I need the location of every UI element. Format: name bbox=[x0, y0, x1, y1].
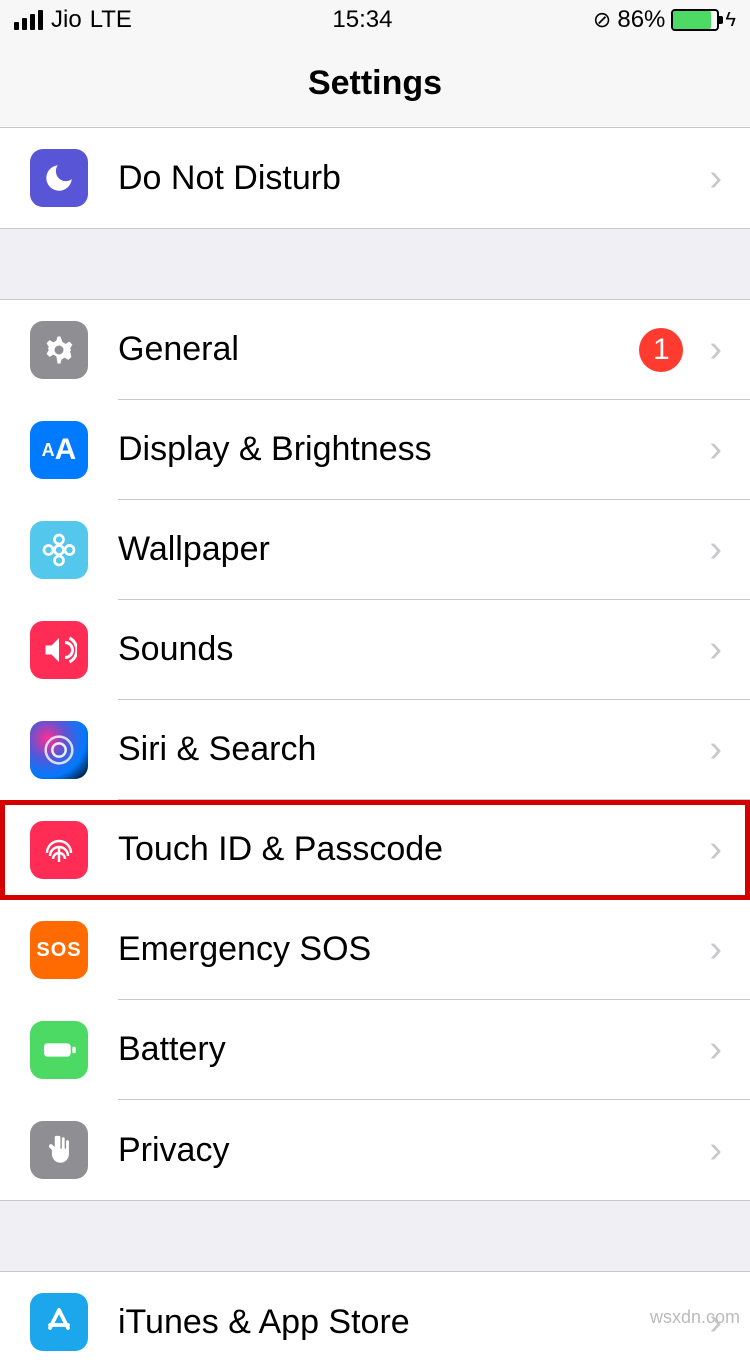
row-wallpaper[interactable]: Wallpaper › bbox=[0, 500, 750, 600]
row-siri-search[interactable]: Siri & Search › bbox=[0, 700, 750, 800]
group-separator bbox=[0, 228, 750, 300]
page-title: Settings bbox=[308, 64, 442, 103]
flower-icon bbox=[30, 521, 88, 579]
chevron-right-icon: › bbox=[701, 728, 730, 771]
row-itunes-appstore[interactable]: iTunes & App Store › bbox=[0, 1272, 750, 1372]
row-label: Wallpaper bbox=[118, 530, 701, 569]
status-bar: Jio LTE 15:34 ⊘ 86% ϟ bbox=[0, 0, 750, 40]
chevron-right-icon: › bbox=[701, 628, 730, 671]
watermark: wsxdn.com bbox=[650, 1307, 740, 1328]
chevron-right-icon: › bbox=[701, 428, 730, 471]
battery-percent: 86% bbox=[617, 6, 665, 34]
battery-icon bbox=[30, 1021, 88, 1079]
signal-icon bbox=[14, 10, 43, 30]
settings-group-1: Do Not Disturb › bbox=[0, 128, 750, 228]
row-label: Privacy bbox=[118, 1131, 701, 1170]
row-label: General bbox=[118, 330, 639, 369]
row-general[interactable]: General 1 › bbox=[0, 300, 750, 400]
orientation-lock-icon: ⊘ bbox=[593, 7, 611, 33]
charging-icon: ϟ bbox=[725, 9, 736, 32]
hand-icon bbox=[30, 1121, 88, 1179]
network-label: LTE bbox=[90, 6, 132, 34]
appstore-icon bbox=[30, 1293, 88, 1351]
chevron-right-icon: › bbox=[701, 328, 730, 371]
row-sounds[interactable]: Sounds › bbox=[0, 600, 750, 700]
settings-group-2: General 1 › AA Display & Brightness › Wa… bbox=[0, 300, 750, 1200]
row-display-brightness[interactable]: AA Display & Brightness › bbox=[0, 400, 750, 500]
row-emergency-sos[interactable]: SOS Emergency SOS › bbox=[0, 900, 750, 1000]
chevron-right-icon: › bbox=[701, 928, 730, 971]
row-label: Sounds bbox=[118, 630, 701, 669]
nav-bar: Settings bbox=[0, 40, 750, 128]
notification-badge: 1 bbox=[639, 328, 683, 372]
chevron-right-icon: › bbox=[701, 528, 730, 571]
row-do-not-disturb[interactable]: Do Not Disturb › bbox=[0, 128, 750, 228]
sos-icon: SOS bbox=[30, 921, 88, 979]
row-label: Emergency SOS bbox=[118, 930, 701, 969]
row-battery[interactable]: Battery › bbox=[0, 1000, 750, 1100]
group-separator bbox=[0, 1200, 750, 1272]
row-touch-id-passcode[interactable]: Touch ID & Passcode › bbox=[0, 800, 750, 900]
carrier-label: Jio bbox=[51, 6, 82, 34]
row-label: Siri & Search bbox=[118, 730, 701, 769]
chevron-right-icon: › bbox=[701, 1129, 730, 1172]
row-label: Display & Brightness bbox=[118, 430, 701, 469]
speaker-icon bbox=[30, 621, 88, 679]
row-privacy[interactable]: Privacy › bbox=[0, 1100, 750, 1200]
gear-icon bbox=[30, 321, 88, 379]
clock: 15:34 bbox=[332, 6, 392, 34]
siri-icon bbox=[30, 721, 88, 779]
row-label: Touch ID & Passcode bbox=[118, 830, 701, 869]
sos-icon-text: SOS bbox=[36, 939, 81, 962]
chevron-right-icon: › bbox=[701, 1028, 730, 1071]
row-label: iTunes & App Store bbox=[118, 1303, 701, 1342]
chevron-right-icon: › bbox=[701, 157, 730, 200]
row-label: Do Not Disturb bbox=[118, 159, 701, 198]
chevron-right-icon: › bbox=[701, 828, 730, 871]
fingerprint-icon bbox=[30, 821, 88, 879]
status-right: ⊘ 86% ϟ bbox=[593, 6, 736, 34]
battery-icon bbox=[671, 9, 719, 31]
settings-group-3: iTunes & App Store › bbox=[0, 1272, 750, 1372]
status-left: Jio LTE bbox=[14, 6, 132, 34]
moon-icon bbox=[30, 149, 88, 207]
row-label: Battery bbox=[118, 1030, 701, 1069]
text-size-icon: AA bbox=[30, 421, 88, 479]
